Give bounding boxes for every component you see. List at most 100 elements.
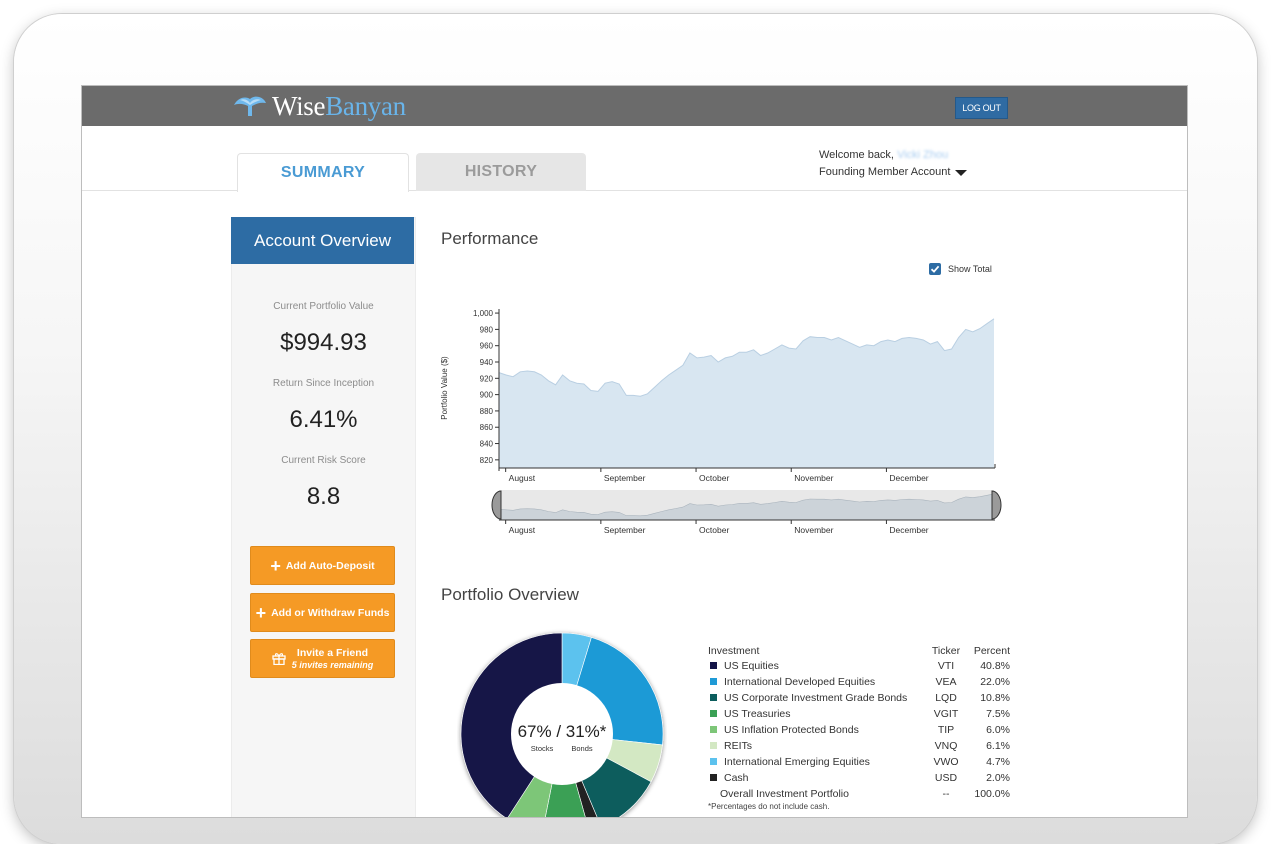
y-tick-label: 840 [480, 440, 494, 449]
y-axis-label: Portfolio Value ($) [440, 356, 449, 420]
x-tick-label: August [509, 473, 536, 483]
tab-summary[interactable]: SUMMARY [237, 153, 409, 192]
show-total-toggle[interactable]: Show Total [929, 263, 992, 275]
allocation-ratio: 67% / 31%* [518, 722, 607, 741]
holding-name: US Treasuries [724, 708, 791, 720]
logo-text-wise: Wise [272, 90, 326, 121]
portfolio-overview-title: Portfolio Overview [441, 585, 579, 604]
performance-chart[interactable]: Portfolio Value ($) 1,000 980 960 940 920 900 8… [437, 301, 1009, 546]
navigator-tick-label: October [699, 525, 729, 535]
portfolio-value: $994.93 [280, 329, 367, 356]
holding-ticker: VTI [937, 660, 955, 672]
invite-friend-button[interactable]: Invite a Friend 5 invites remaining [250, 639, 395, 678]
logo[interactable]: WiseBanyan [232, 89, 406, 123]
bonds-label: Bonds [571, 744, 593, 753]
navigator-tick-label: August [509, 525, 536, 535]
holding-row: International Developed Equities VEA 22.0% [708, 674, 1018, 690]
portfolio-value-area[interactable] [499, 318, 994, 468]
holding-row: US Inflation Protected Bonds TIP 6.0% [708, 722, 1018, 738]
holding-percent: 40.8% [980, 660, 1010, 672]
range-handle-right[interactable] [991, 490, 1002, 520]
caret-down-icon [955, 170, 968, 176]
y-tick-label: 880 [480, 407, 494, 416]
legend-swatch [710, 694, 717, 701]
y-tick-label: 920 [480, 374, 494, 383]
add-withdraw-label: Add or Withdraw Funds [271, 606, 390, 619]
account-type: Founding Member Account [819, 166, 951, 178]
account-overview-panel: Account Overview Current Portfolio Value… [231, 217, 416, 817]
welcome-block: Welcome back, Vicki Zhou Founding Member… [819, 147, 968, 181]
allocation-table: Investment Ticker Percent US Equities VTI… [708, 643, 1018, 811]
allocation-donut-chart[interactable]: 67% / 31%* Stocks Bonds [457, 626, 667, 817]
holding-row: US Treasuries VGIT 7.5% [708, 706, 1018, 722]
panel-title: Account Overview [231, 217, 414, 264]
welcome-text: Welcome back, [819, 149, 894, 161]
header-ticker: Ticker [931, 645, 961, 657]
risk-score-label: Current Risk Score [281, 455, 366, 466]
app-window: WiseBanyan LOG OUT SUMMARY HISTORY Welco… [82, 86, 1187, 817]
plus-icon: + [270, 555, 281, 576]
invite-label: Invite a Friend [296, 646, 369, 659]
holding-percent: 4.7% [986, 756, 1010, 768]
x-tick-label: October [699, 473, 729, 483]
holding-percent: 10.8% [980, 692, 1010, 704]
user-name: Vicki Zhou [897, 149, 949, 161]
plus-icon: + [255, 602, 267, 623]
checkbox-checked-icon[interactable] [929, 263, 941, 275]
holding-percent: 22.0% [980, 676, 1010, 688]
holding-name: Cash [724, 772, 749, 784]
navigator-tick-label: November [794, 525, 833, 535]
return-value: 6.41% [289, 406, 358, 433]
holding-ticker: VEA [935, 676, 957, 688]
gift-icon [272, 653, 286, 665]
legend-swatch [710, 710, 717, 717]
top-bar: WiseBanyan LOG OUT [82, 86, 1187, 126]
auto-deposit-label: Add Auto-Deposit [285, 559, 375, 572]
legend-swatch [710, 774, 717, 781]
holding-ticker: TIP [937, 724, 955, 736]
tab-history[interactable]: HISTORY [416, 153, 586, 191]
y-tick-label: 940 [480, 358, 494, 367]
total-row: Overall Investment Portfolio -- 100.0% [708, 786, 1018, 802]
holding-percent: 2.0% [986, 772, 1010, 784]
show-total-label: Show Total [948, 264, 992, 274]
y-tick-label: 900 [480, 391, 494, 400]
account-menu[interactable]: Founding Member Account [819, 164, 968, 181]
y-tick-label: 860 [480, 423, 494, 432]
holding-percent: 6.1% [986, 740, 1010, 752]
banyan-tree-icon [234, 96, 266, 116]
navigator-tick-label: September [604, 525, 646, 535]
holding-ticker: LQD [935, 692, 957, 704]
legend-swatch [710, 678, 717, 685]
holding-ticker: USD [934, 772, 958, 784]
header-investment: Investment [708, 645, 760, 657]
holding-row: US Corporate Investment Grade Bonds LQD 10… [708, 690, 1018, 706]
holding-row: Cash USD 2.0% [708, 770, 1018, 786]
y-tick-label: 980 [480, 325, 494, 334]
holding-name: US Inflation Protected Bonds [724, 724, 859, 736]
total-percent: 100.0% [974, 788, 1010, 800]
x-tick-label: November [794, 473, 833, 483]
holding-name: REITs [724, 740, 753, 752]
portfolio-value-label: Current Portfolio Value [273, 301, 374, 312]
risk-score-value: 8.8 [306, 483, 341, 510]
range-handle-left[interactable] [491, 490, 502, 520]
holding-ticker: VWO [933, 756, 959, 768]
holding-percent: 7.5% [986, 708, 1010, 720]
add-auto-deposit-button[interactable]: + Add Auto-Deposit [250, 546, 395, 585]
x-tick-label: December [889, 473, 928, 483]
navigator-tick-label: December [889, 525, 928, 535]
table-header: Investment Ticker Percent [708, 643, 1018, 658]
holding-ticker: VNQ [934, 740, 958, 752]
total-label: Overall Investment Portfolio [720, 788, 849, 800]
holding-name: US Corporate Investment Grade Bonds [724, 692, 908, 704]
holding-row: US Equities VTI 40.8% [708, 658, 1018, 674]
logo-text-banyan: Banyan [325, 90, 406, 121]
header-percent: Percent [973, 645, 1010, 657]
return-label: Return Since Inception [272, 378, 375, 389]
y-tick-label: 960 [480, 342, 494, 351]
logout-button[interactable]: LOG OUT [955, 97, 1008, 119]
holding-row: International Emerging Equities VWO 4.7% [708, 754, 1018, 770]
y-tick-label: 1,000 [473, 309, 494, 318]
add-withdraw-funds-button[interactable]: + Add or Withdraw Funds [250, 593, 395, 632]
